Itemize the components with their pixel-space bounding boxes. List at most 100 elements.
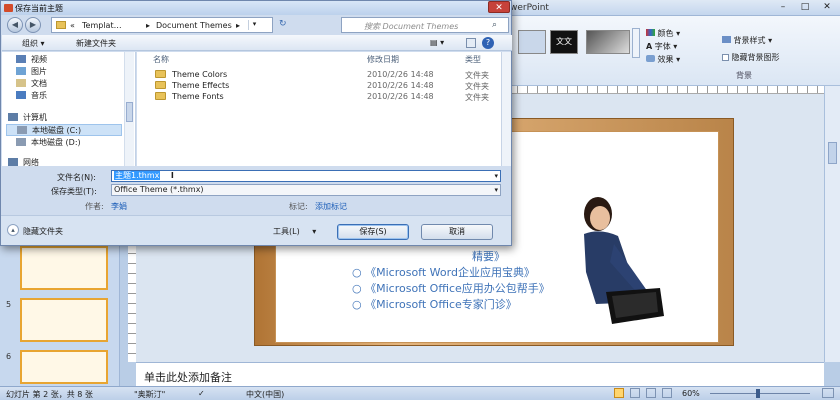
reading-view-icon[interactable] bbox=[646, 388, 656, 398]
computer-icon bbox=[8, 113, 18, 121]
scroll-thumb[interactable] bbox=[126, 102, 133, 122]
column-date[interactable]: 修改日期 bbox=[367, 54, 399, 65]
hide-folders-button[interactable]: 隐藏文件夹 bbox=[23, 226, 63, 237]
nav-item-pictures[interactable]: 图片 bbox=[16, 66, 47, 78]
filename-input[interactable]: 主题1.thmx I ▾ bbox=[111, 170, 501, 182]
folder-icon bbox=[155, 81, 166, 89]
normal-view-icon[interactable] bbox=[614, 388, 624, 398]
file-row[interactable]: Theme Effects 2010/2/26 14:48 文件夹 bbox=[137, 81, 501, 92]
dropdown-icon: ▾ bbox=[312, 227, 317, 236]
drive-icon bbox=[17, 126, 27, 134]
file-row[interactable]: Theme Fonts 2010/2/26 14:48 文件夹 bbox=[137, 92, 501, 103]
fonts-icon: A bbox=[646, 42, 653, 51]
column-name[interactable]: 名称 bbox=[153, 54, 169, 65]
view-options-icon[interactable]: ▤ ▾ bbox=[430, 38, 444, 47]
back-icon[interactable]: ◀ bbox=[7, 17, 23, 33]
theme-thumb-2[interactable]: 文文 bbox=[550, 30, 578, 54]
spellcheck-icon[interactable]: ✓ bbox=[198, 389, 205, 398]
folder-icon bbox=[155, 92, 166, 100]
nav-item-drive-d[interactable]: 本地磁盘 (D:) bbox=[16, 137, 81, 149]
window-title: werPoint bbox=[510, 3, 549, 13]
preview-pane-icon[interactable] bbox=[466, 38, 476, 48]
nav-item-computer[interactable]: 计算机 bbox=[8, 112, 47, 124]
file-row[interactable]: Theme Colors 2010/2/26 14:48 文件夹 bbox=[137, 70, 501, 81]
new-folder-button[interactable]: 新建文件夹 bbox=[76, 38, 116, 49]
zoom-slider-thumb[interactable] bbox=[756, 389, 760, 398]
network-icon bbox=[8, 158, 18, 166]
search-icon[interactable]: ⌕ bbox=[492, 20, 497, 30]
theme-thumb-3[interactable] bbox=[586, 30, 630, 54]
file-list: 名称 修改日期 类型 Theme Colors 2010/2/26 14:48 … bbox=[137, 52, 501, 166]
fonts-button[interactable]: A 字体 ▾ bbox=[646, 41, 677, 52]
address-dropdown-icon[interactable]: ▾ bbox=[248, 20, 260, 30]
file-list-scrollbar[interactable] bbox=[501, 52, 511, 166]
column-type[interactable]: 类型 bbox=[465, 54, 481, 65]
search-placeholder: 搜索 Document Themes bbox=[364, 22, 459, 31]
drive-icon bbox=[16, 138, 26, 146]
bullet-text: 精要》 bbox=[472, 250, 505, 263]
forward-icon[interactable]: ▶ bbox=[25, 17, 41, 33]
dialog-titlebar: 保存当前主题 ✕ bbox=[1, 1, 511, 15]
bullet-text: ○ 《Microsoft Office专家门诊》 bbox=[352, 298, 517, 311]
nav-item-documents[interactable]: 文档 bbox=[16, 78, 47, 90]
maximize-icon[interactable]: □ bbox=[794, 1, 816, 14]
save-button[interactable]: 保存(S) bbox=[337, 224, 409, 240]
fit-window-icon[interactable] bbox=[822, 388, 834, 398]
theme-thumb-1[interactable] bbox=[518, 30, 546, 54]
slideshow-view-icon[interactable] bbox=[662, 388, 672, 398]
close-window-icon[interactable]: ✕ bbox=[816, 1, 838, 14]
breadcrumb-overflow[interactable]: « bbox=[70, 21, 75, 30]
folder-icon bbox=[56, 21, 66, 29]
zoom-slider[interactable] bbox=[710, 393, 810, 394]
breadcrumb-item[interactable]: Document Themes bbox=[156, 21, 232, 30]
nav-item-music[interactable]: 音乐 bbox=[16, 90, 47, 102]
dropdown-icon[interactable]: ▾ bbox=[494, 171, 498, 181]
close-icon[interactable]: ✕ bbox=[488, 1, 510, 13]
hide-bg-checkbox[interactable]: 隐藏背景图形 bbox=[722, 52, 780, 63]
address-bar[interactable]: « Templat… ▸ Document Themes ▸ ▾ bbox=[51, 17, 273, 33]
slide-thumb-6[interactable] bbox=[20, 350, 108, 384]
savetype-select[interactable]: Office Theme (*.thmx) ▾ bbox=[111, 184, 501, 196]
nav-item-drive-c[interactable]: 本地磁盘 (C:) bbox=[6, 124, 122, 136]
minimize-icon[interactable]: – bbox=[772, 1, 794, 14]
cancel-button[interactable]: 取消 bbox=[421, 224, 493, 240]
theme-gallery-scroll[interactable] bbox=[632, 28, 640, 58]
video-icon bbox=[16, 55, 26, 63]
bullet-text: ○ 《Microsoft Word企业应用宝典》 bbox=[352, 266, 535, 279]
slide-thumb-4[interactable] bbox=[20, 246, 108, 290]
editor-scrollbar[interactable] bbox=[824, 86, 840, 362]
tools-button[interactable]: 工具(L) ▾ bbox=[273, 226, 316, 237]
dropdown-icon[interactable]: ▾ bbox=[494, 185, 498, 195]
breadcrumb-item[interactable]: Templat… bbox=[82, 21, 122, 30]
powerpoint-titlebar: werPoint – □ ✕ bbox=[500, 0, 840, 16]
breadcrumb-separator: ▸ bbox=[236, 21, 241, 30]
colors-button[interactable]: 颜色 ▾ bbox=[646, 28, 680, 39]
bg-styles-icon bbox=[722, 36, 731, 43]
help-icon[interactable]: ? bbox=[482, 37, 494, 49]
theme-name: "奥斯汀" bbox=[134, 390, 166, 399]
scroll-thumb[interactable] bbox=[828, 142, 837, 164]
zoom-level[interactable]: 60% bbox=[682, 389, 700, 398]
refresh-icon[interactable]: ↻ bbox=[279, 19, 287, 29]
effects-button[interactable]: 效果 ▾ bbox=[646, 54, 680, 65]
nav-item-network[interactable]: 网络 bbox=[8, 157, 39, 169]
search-input[interactable]: 搜索 Document Themes ⌕ bbox=[341, 17, 509, 33]
nav-scrollbar[interactable] bbox=[124, 52, 134, 166]
nav-item-videos[interactable]: 视频 bbox=[16, 54, 47, 66]
language[interactable]: 中文(中国) bbox=[246, 389, 284, 400]
tags-label: 标记: bbox=[289, 202, 308, 211]
colors-icon bbox=[646, 29, 655, 36]
notes-pane[interactable]: 单击此处添加备注 bbox=[136, 362, 824, 386]
sorter-view-icon[interactable] bbox=[630, 388, 640, 398]
collapse-icon[interactable]: ▴ bbox=[7, 224, 19, 236]
slide-thumb-5[interactable] bbox=[20, 298, 108, 342]
author-value[interactable]: 李娟 bbox=[111, 201, 127, 212]
bg-styles-button[interactable]: 背景样式 ▾ bbox=[722, 35, 772, 46]
slide-thumbnails-pane: 5 6 bbox=[0, 240, 120, 386]
tags-value[interactable]: 添加标记 bbox=[315, 201, 347, 212]
organize-button[interactable]: 组织 ▾ bbox=[22, 38, 45, 49]
checkbox-icon bbox=[722, 54, 729, 61]
folder-icon bbox=[155, 70, 166, 78]
bg-group-label: 背景 bbox=[736, 71, 752, 80]
text-cursor-icon: I bbox=[170, 171, 174, 180]
